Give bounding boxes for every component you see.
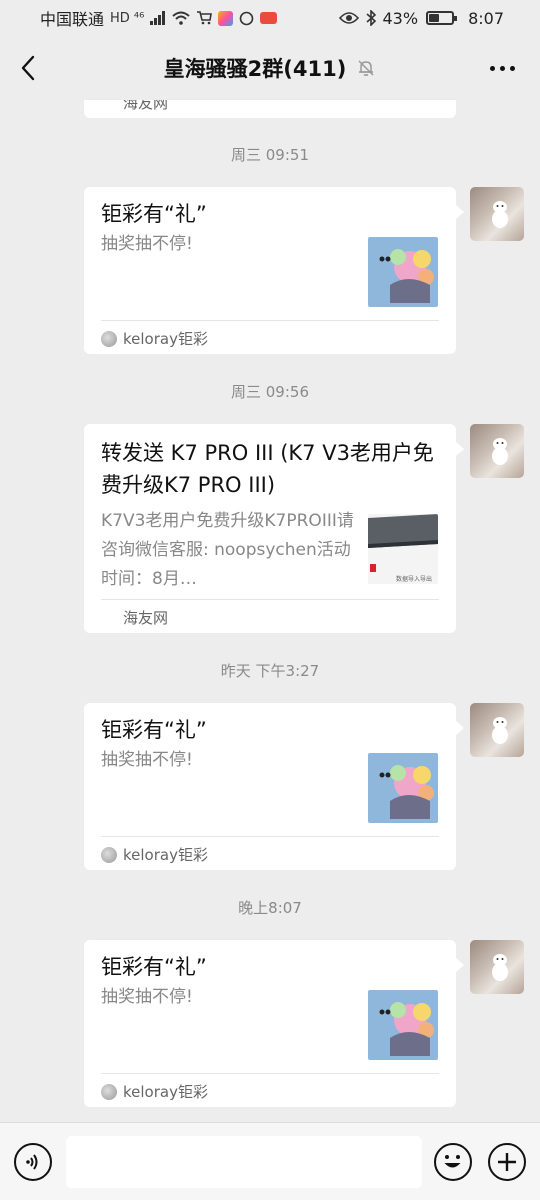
card-title: 钜彩有“礼” <box>101 718 207 742</box>
card-divider <box>101 599 439 600</box>
message-timestamp: 周三 09:56 <box>231 383 309 401</box>
status-bar: 中国联通 HD ⁴⁶ 43% 8:07 <box>0 0 540 36</box>
link-card[interactable]: 钜彩有“礼” 抽奖抽不停! keloray钜彩 <box>84 703 464 870</box>
card-source: keloray钜彩 <box>101 328 208 349</box>
bear-figure-icon <box>492 954 508 981</box>
bear-figure-icon <box>492 201 508 228</box>
sender-avatar[interactable] <box>470 940 524 994</box>
card-source-label: keloray钜彩 <box>123 846 208 864</box>
eye-icon <box>338 12 359 24</box>
card-source: keloray钜彩 <box>101 1081 208 1102</box>
battery-percent: 43% <box>382 8 419 28</box>
chat-header: 皇海骚骚2群(411) <box>0 36 540 100</box>
more-options-button[interactable] <box>486 56 518 80</box>
signal-icon <box>150 11 166 25</box>
card-title: 钜彩有“礼” <box>101 955 207 979</box>
bear-figure-icon <box>492 438 508 465</box>
mute-bell-icon <box>358 60 374 76</box>
sender-avatar[interactable] <box>470 424 524 478</box>
clock: 8:07 <box>468 8 504 28</box>
card-title: 钜彩有“礼” <box>101 202 207 226</box>
app-badge-icon <box>260 12 278 24</box>
chevron-left-icon <box>21 55 35 81</box>
card-thumbnail <box>368 753 438 823</box>
card-source: keloray钜彩 <box>101 844 208 865</box>
chat-message-list[interactable]: 海友网 周三 09:51 钜彩有“礼” 抽奖抽不停! keloray钜彩 周三 … <box>0 100 540 1122</box>
card-thumbnail <box>368 237 438 307</box>
card-source: 海友网 <box>101 607 168 628</box>
bubble-tail <box>456 721 464 735</box>
bubble-tail <box>456 205 464 219</box>
card-divider <box>101 320 439 321</box>
plus-icon <box>498 1153 516 1171</box>
link-card[interactable]: 转发送 K7 PRO III (K7 V3老用户免费升级K7 PRO III) … <box>84 424 464 633</box>
card-description: 抽奖抽不停! <box>101 987 193 1007</box>
message-timestamp: 周三 09:51 <box>231 146 309 164</box>
source-logo-icon <box>101 330 117 347</box>
card-source-label: 海友网 <box>123 609 169 627</box>
card-source: 海友网 <box>101 100 168 113</box>
more-dot-icon <box>489 65 495 71</box>
sender-avatar[interactable] <box>470 703 524 757</box>
message-timestamp: 晚上8:07 <box>238 899 302 917</box>
card-divider <box>101 1073 439 1074</box>
card-source-label: keloray钜彩 <box>123 1083 208 1101</box>
group-name: 皇海骚骚2群(411) <box>163 57 347 81</box>
more-dot-icon <box>509 65 515 71</box>
message-text-input[interactable] <box>66 1136 422 1188</box>
lottery-thumbnail-image <box>368 990 438 1060</box>
link-card[interactable]: 钜彩有“礼” 抽奖抽不停! keloray钜彩 <box>84 940 464 1107</box>
card-source-label: keloray钜彩 <box>123 330 208 348</box>
voice-wave-icon <box>26 1154 38 1170</box>
message-timestamp: 昨天 下午3:27 <box>220 662 320 680</box>
cart-icon <box>197 11 213 25</box>
partial-link-card[interactable]: 海友网 <box>84 100 456 118</box>
lottery-thumbnail-image <box>368 753 438 823</box>
bubble-tail <box>456 442 464 456</box>
smiley-icon <box>444 1155 461 1168</box>
card-description: 抽奖抽不停! <box>101 750 193 770</box>
bear-figure-icon <box>492 717 508 744</box>
card-description: 抽奖抽不停! <box>101 234 193 254</box>
status-right: 43% 8:07 <box>338 8 504 28</box>
carrier-label: 中国联通 <box>40 10 105 29</box>
more-dot-icon <box>499 65 505 71</box>
status-left: 中国联通 HD ⁴⁶ <box>40 6 278 30</box>
network-badge: HD ⁴⁶ <box>110 10 145 26</box>
source-logo-icon <box>101 1083 117 1100</box>
back-button[interactable] <box>14 54 42 82</box>
link-card[interactable]: 钜彩有“礼” 抽奖抽不停! keloray钜彩 <box>84 187 464 354</box>
wifi-icon <box>172 11 191 25</box>
lottery-thumbnail-image <box>368 237 438 307</box>
thumbnail-caption: 数据导入导出 <box>396 576 433 583</box>
circle-icon <box>240 11 254 25</box>
sender-avatar[interactable] <box>470 187 524 241</box>
card-source-label: 海友网 <box>123 100 169 112</box>
card-description: K7V3老用户免费升级K7PROIII请咨询微信客服: noopsychen活动… <box>101 511 354 589</box>
battery-icon <box>426 11 458 25</box>
card-thumbnail <box>368 990 438 1060</box>
card-title: 转发送 K7 PRO III (K7 V3老用户免费升级K7 PRO III) <box>101 441 434 497</box>
bluetooth-icon <box>365 10 376 26</box>
source-logo-icon <box>101 846 117 863</box>
emoji-button[interactable] <box>434 1143 472 1181</box>
bubble-tail <box>456 958 464 972</box>
card-divider <box>101 836 439 837</box>
voice-input-button[interactable] <box>14 1143 52 1181</box>
card-thumbnail: 数据导入导出 <box>368 514 438 584</box>
chat-title: 皇海骚骚2群(411) <box>164 53 377 83</box>
more-functions-button[interactable] <box>488 1143 526 1181</box>
app-notification-icon <box>218 10 234 26</box>
message-input-bar <box>0 1122 540 1200</box>
